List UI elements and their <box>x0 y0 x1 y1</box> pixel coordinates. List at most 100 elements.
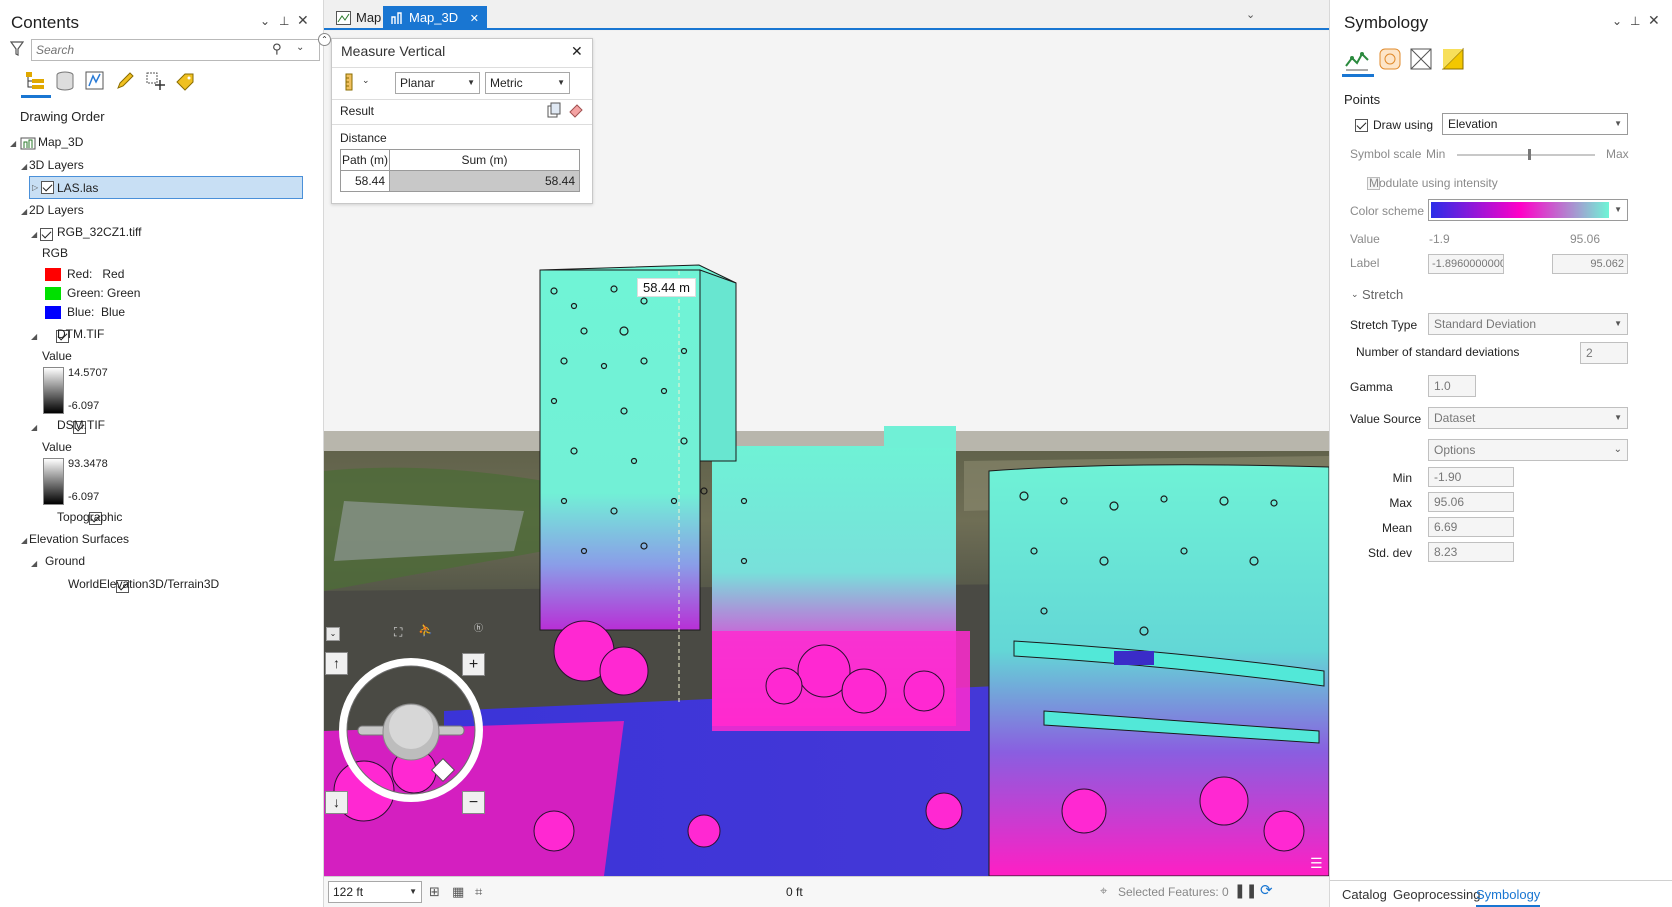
stat-stddev-field[interactable]: 8.23 <box>1428 542 1514 562</box>
expand-2d-layers-icon[interactable]: ◢ <box>21 207 27 216</box>
vertical-measure-icon[interactable] <box>343 73 357 91</box>
num-std-field[interactable]: 2 <box>1580 342 1628 364</box>
heads-up-display-icon[interactable]: ⓗ <box>474 621 483 634</box>
full-extent-icon[interactable]: ⛶ <box>394 625 402 640</box>
stat-stddev-label: Std. dev <box>1367 546 1412 560</box>
labeling-icon[interactable] <box>174 70 196 92</box>
pane-menu-icon[interactable]: ⌄ <box>1612 14 1622 28</box>
pin-icon[interactable]: ⊥ <box>1630 14 1640 28</box>
draw-using-checkbox[interactable] <box>1355 119 1368 133</box>
expand-dtm-icon[interactable]: ◢ <box>31 332 37 341</box>
stretch-type-dropdown[interactable]: Standard Deviation ▼ <box>1428 313 1628 335</box>
stat-min-label: Min <box>1392 471 1412 485</box>
topographic-layer-label[interactable]: Topographic <box>57 507 122 527</box>
shading-icon[interactable] <box>1377 46 1403 72</box>
value-source-dropdown[interactable]: Dataset ▼ <box>1428 407 1628 429</box>
stat-mean-field[interactable]: 6.69 <box>1428 517 1514 537</box>
stretch-heading[interactable]: Stretch <box>1362 287 1403 302</box>
expand-las-icon[interactable]: ▷ <box>32 183 38 192</box>
label-max-field[interactable]: 95.062 <box>1552 254 1628 274</box>
symbol-scale-slider[interactable] <box>1528 149 1531 160</box>
selected-features-label[interactable]: Selected Features: 0 <box>1118 885 1229 899</box>
filter-icon[interactable] <box>10 41 24 57</box>
copy-icon[interactable] <box>546 102 562 118</box>
first-person-icon[interactable]: ⛹ <box>418 623 433 637</box>
tree-ground[interactable]: Ground <box>45 551 85 571</box>
symbol-scale-min-label: Min <box>1426 147 1446 161</box>
dtm-gradient-ramp <box>43 367 64 414</box>
point-symbology-icon[interactable] <box>1344 46 1370 72</box>
rgb-heading: RGB <box>42 246 69 260</box>
expand-ground-icon[interactable]: ◢ <box>31 559 37 568</box>
tab-close-icon[interactable]: ✕ <box>470 13 479 25</box>
collapse-chevron-icon[interactable]: ⌃ <box>318 33 331 46</box>
tree-3d-layers[interactable]: 3D Layers <box>29 155 84 175</box>
sum-value-cell[interactable]: 58.44 <box>389 170 580 192</box>
expand-rgb-icon[interactable]: ◢ <box>31 230 37 239</box>
tree-elevation-surfaces[interactable]: Elevation Surfaces <box>29 529 129 549</box>
pin-icon[interactable]: ⊥ <box>279 14 289 28</box>
draw-using-label: Draw using <box>1373 118 1434 132</box>
stat-max-field[interactable]: 95.06 <box>1428 492 1514 512</box>
drawing-order-icon[interactable] <box>24 70 46 92</box>
options-dropdown[interactable]: Options ⌄ <box>1428 439 1628 461</box>
geoprocessing-tab[interactable]: Geoprocessing <box>1393 882 1480 907</box>
search-icon[interactable]: ⚲ <box>272 41 282 57</box>
measure-close-icon[interactable]: ✕ <box>571 43 583 60</box>
expand-map-icon[interactable]: ◢ <box>10 139 16 148</box>
snapping-toggle-icon[interactable]: ⌗ <box>475 884 482 900</box>
expand-3d-layers-icon[interactable]: ◢ <box>21 162 27 171</box>
color-scheme-dropdown[interactable]: ▼ <box>1428 199 1628 221</box>
expand-dsm-icon[interactable]: ◢ <box>31 423 37 432</box>
navigator-collapse-chevron-icon[interactable]: ⌄ <box>326 627 340 641</box>
tree-map-3d[interactable]: Map_3D <box>38 132 83 152</box>
selection-icon[interactable] <box>84 70 106 92</box>
rgb-visibility-checkbox[interactable] <box>40 228 53 242</box>
filter-icon[interactable] <box>1408 46 1434 72</box>
attribution-icon[interactable]: ☰ <box>1310 855 1323 872</box>
stat-max-label: Max <box>1389 496 1412 510</box>
search-input[interactable] <box>32 40 262 60</box>
las-layer-row[interactable]: ▷ LAS.las <box>29 176 303 199</box>
las-visibility-checkbox[interactable] <box>41 181 54 194</box>
tree-2d-layers[interactable]: 2D Layers <box>29 200 84 220</box>
snapping-icon[interactable] <box>144 70 166 92</box>
pane-menu-icon[interactable]: ⌄ <box>260 14 270 28</box>
path-value-cell[interactable]: 58.44 <box>340 170 390 192</box>
terrain-layer-label[interactable]: WorldElevation3D/Terrain3D <box>68 574 219 594</box>
planar-dropdown[interactable]: Planar ▼ <box>395 72 480 94</box>
tab-map[interactable]: Map <box>330 6 389 30</box>
refresh-icon[interactable]: ⟳ <box>1260 881 1273 899</box>
catalog-tab[interactable]: Catalog <box>1342 882 1387 907</box>
units-dropdown[interactable]: Metric ▼ <box>485 72 570 94</box>
close-icon[interactable]: ✕ <box>1648 12 1660 29</box>
measure-mode-chevron-icon[interactable]: ⌄ <box>362 75 370 86</box>
close-icon[interactable]: ✕ <box>297 12 309 29</box>
pause-drawing-icon[interactable]: ❚❚ <box>1234 882 1257 899</box>
data-source-icon[interactable] <box>54 70 76 92</box>
dtm-layer-label[interactable]: DTM.TIF <box>57 324 104 344</box>
tab-map-3d[interactable]: Map_3D ✕ <box>383 6 487 30</box>
label-label: Label <box>1350 256 1380 270</box>
search-options-chevron-icon[interactable]: ⌄ <box>296 42 304 53</box>
dropdown-arrow-icon: ▼ <box>467 78 475 87</box>
clear-eraser-icon[interactable] <box>568 102 584 118</box>
label-min-field[interactable]: -1.8960000000 <box>1428 254 1504 274</box>
grid-icon[interactable]: ⊞ <box>429 884 440 900</box>
sum-column-header: Sum (m) <box>389 149 580 171</box>
stretch-collapse-chevron-icon[interactable]: ⌄ <box>1351 289 1359 300</box>
stat-min-field[interactable]: -1.90 <box>1428 467 1514 487</box>
gamma-field[interactable]: 1.0 <box>1428 375 1476 397</box>
expand-elevation-icon[interactable]: ◢ <box>21 536 27 545</box>
tab-overflow-chevron-icon[interactable]: ⌄ <box>1246 8 1255 21</box>
contents-title: Contents <box>11 13 80 32</box>
table-icon[interactable]: ▦ <box>452 884 464 900</box>
rgb-layer-label[interactable]: RGB_32CZ1.tiff <box>57 222 141 242</box>
symbology-tab[interactable]: Symbology <box>1476 882 1541 907</box>
dsm-layer-label[interactable]: DSM.TIF <box>57 415 105 435</box>
editing-icon[interactable] <box>114 70 136 92</box>
scale-dropdown[interactable]: 122 ft ▼ <box>328 881 422 903</box>
draw-using-dropdown[interactable]: Elevation ▼ <box>1442 113 1628 135</box>
navigator-wheel[interactable] <box>338 657 484 803</box>
appearance-icon[interactable] <box>1440 46 1466 72</box>
